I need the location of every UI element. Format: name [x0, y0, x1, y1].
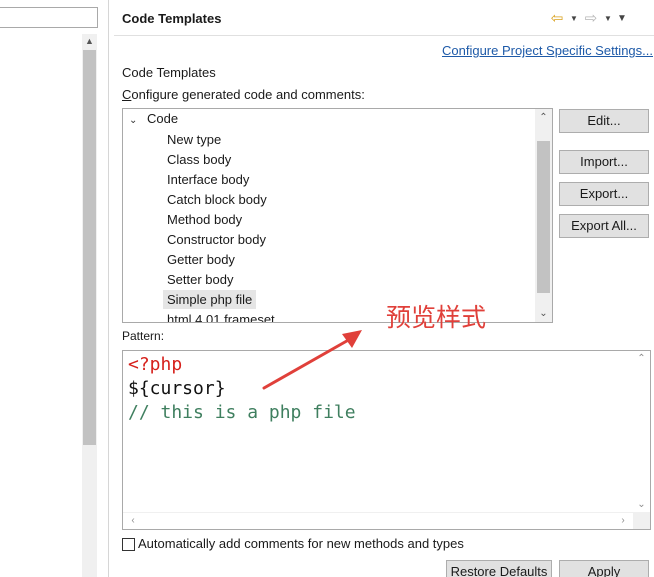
pattern-label: Pattern:	[122, 329, 165, 343]
scroll-up-icon[interactable]: ⌃	[633, 351, 650, 367]
scroll-left-icon[interactable]: ‹	[125, 513, 141, 529]
scroll-right-icon[interactable]: ›	[615, 513, 631, 529]
tree-item[interactable]: New type	[163, 130, 225, 149]
tree-item[interactable]: Setter body	[163, 270, 238, 289]
tree-item[interactable]: Catch block body	[163, 190, 271, 209]
annotation-label: 预览样式	[386, 303, 487, 332]
scroll-thumb[interactable]	[537, 141, 550, 293]
auto-comments-label[interactable]: Automatically add comments for new metho…	[138, 536, 464, 551]
configure-project-settings-link[interactable]: Configure Project Specific Settings...	[442, 43, 653, 58]
scroll-down-icon[interactable]: ⌄	[633, 497, 650, 513]
tree-vertical-scrollbar[interactable]: ▲	[82, 34, 97, 577]
import-button[interactable]: Import...	[559, 150, 649, 174]
tree-item-selected[interactable]: Simple php file	[163, 290, 257, 309]
scroll-down-icon[interactable]: ⌄	[535, 305, 552, 322]
export-button[interactable]: Export...	[559, 182, 649, 206]
view-menu-icon[interactable]: ▼	[616, 9, 628, 27]
scrollbar-corner	[633, 512, 650, 529]
apply-button[interactable]: Apply	[559, 560, 649, 577]
tree-item[interactable]: Class body	[163, 150, 235, 169]
forward-dropdown-icon[interactable]: ▼	[602, 9, 614, 27]
back-dropdown-icon[interactable]: ▼	[568, 9, 580, 27]
pattern-horizontal-scrollbar[interactable]: ‹ ›	[123, 512, 633, 529]
tree-root-code[interactable]: ⌄ Code	[123, 109, 182, 128]
code-line-php-open: <?php	[128, 354, 183, 375]
section-description-rest: onfigure generated code and comments:	[131, 87, 365, 102]
scroll-thumb[interactable]	[83, 50, 96, 445]
pattern-vertical-scrollbar[interactable]: ⌃ ⌄	[633, 351, 650, 513]
section-title: Code Templates	[122, 65, 216, 80]
export-all-button[interactable]: Export All...	[559, 214, 649, 238]
auto-comments-checkbox[interactable]	[122, 538, 135, 551]
code-line-cursor: ${cursor}	[128, 378, 226, 399]
restore-defaults-button[interactable]: Restore Defaults	[446, 560, 552, 577]
templates-tree[interactable]: ⌄ Code New type Class body Interface bod…	[122, 108, 553, 323]
page-title: Code Templates	[122, 11, 222, 26]
forward-arrow-icon[interactable]: ⇨	[582, 9, 600, 27]
panel-divider[interactable]	[108, 0, 109, 577]
edit-button[interactable]: Edit...	[559, 109, 649, 133]
tree-item[interactable]: Interface body	[163, 170, 253, 189]
mnemonic-letter: C	[122, 87, 132, 102]
chevron-down-icon[interactable]: ⌄	[129, 111, 137, 130]
tree-item[interactable]: Method body	[163, 210, 246, 229]
back-arrow-icon[interactable]: ⇦	[548, 9, 566, 27]
code-line-comment: // this is a php file	[128, 402, 356, 423]
preferences-tree-panel: ▲	[0, 0, 108, 577]
tree-scrollbar[interactable]: ⌃ ⌄	[535, 109, 552, 322]
navigation-toolbar: ⇦ ▼ ⇨ ▼ ▼	[548, 7, 628, 29]
section-description: Configure generated code and comments:	[122, 87, 365, 102]
title-divider	[114, 35, 654, 36]
scroll-up-icon[interactable]: ⌃	[535, 109, 552, 126]
tree-item[interactable]: Constructor body	[163, 230, 270, 249]
tree-root-label: Code	[147, 111, 179, 126]
filter-input[interactable]	[0, 7, 98, 28]
tree-item[interactable]: html 4.01 frameset	[163, 310, 279, 322]
scroll-up-icon[interactable]: ▲	[82, 34, 97, 49]
pattern-editor[interactable]: <?php ${cursor} // this is a php file ⌃ …	[122, 350, 651, 530]
tree-item[interactable]: Getter body	[163, 250, 239, 269]
